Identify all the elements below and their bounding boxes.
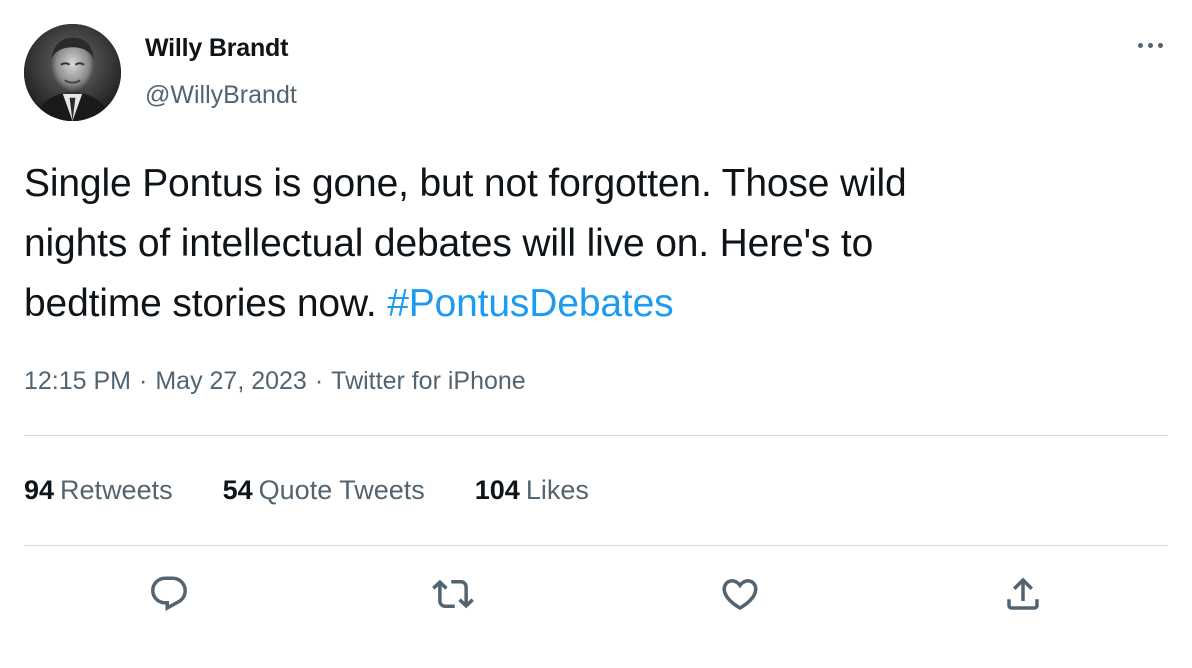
more-options-button[interactable] (1130, 30, 1170, 60)
tweet-text-segment: bedtime stories now. (24, 282, 388, 325)
retweets-label: Retweets (60, 475, 173, 505)
likes-count: 104 (474, 475, 520, 505)
tweet-card: Willy Brandt @WillyBrandt Single Pontus … (0, 0, 1192, 668)
retweet-icon (432, 579, 474, 609)
divider (24, 435, 1168, 436)
meta-separator: · (139, 367, 148, 395)
tweet-text-line: bedtime stories now. #PontusDebates (24, 274, 1164, 334)
reply-button[interactable] (143, 568, 195, 620)
avatar[interactable] (24, 24, 121, 121)
author-display-name[interactable]: Willy Brandt (145, 34, 288, 63)
action-bar (0, 568, 1192, 628)
tweet-text-line: Single Pontus is gone, but not forgotten… (24, 162, 907, 205)
like-button[interactable] (714, 568, 766, 620)
likes-stat[interactable]: 104 Likes (475, 475, 589, 506)
quote-tweets-label: Quote Tweets (258, 475, 425, 505)
more-dots-icon (1147, 42, 1153, 48)
more-dots-icon (1157, 42, 1163, 48)
meta-separator: · (314, 367, 324, 395)
divider (24, 545, 1168, 546)
heart-icon (722, 579, 758, 611)
share-icon (1007, 577, 1039, 610)
tweet-text-line: nights of intellectual debates will live… (24, 222, 874, 265)
portrait-photo-icon (24, 24, 121, 121)
retweet-button[interactable] (427, 568, 479, 620)
share-button[interactable] (997, 568, 1049, 620)
engagement-stats: 94 Retweets 54 Quote Tweets 104 Likes (24, 475, 639, 506)
tweet-text: Single Pontus is gone, but not forgotten… (24, 154, 1164, 334)
retweets-count: 94 (24, 475, 55, 505)
tweet-date[interactable]: May 27, 2023 (155, 367, 307, 395)
more-dots-icon (1137, 42, 1143, 48)
tweet-time[interactable]: 12:15 PM (24, 367, 131, 395)
likes-label: Likes (525, 475, 589, 505)
tweet-metadata: 12:15 PM · May 27, 2023 · Twitter for iPhone (24, 367, 526, 396)
reply-icon (151, 576, 187, 611)
quote-tweets-count: 54 (222, 475, 253, 505)
retweets-stat[interactable]: 94 Retweets (24, 475, 173, 506)
tweet-source[interactable]: Twitter for iPhone (331, 367, 526, 395)
hashtag-link[interactable]: #PontusDebates (387, 282, 673, 325)
quote-tweets-stat[interactable]: 54 Quote Tweets (223, 475, 425, 506)
author-handle[interactable]: @WillyBrandt (145, 81, 297, 110)
